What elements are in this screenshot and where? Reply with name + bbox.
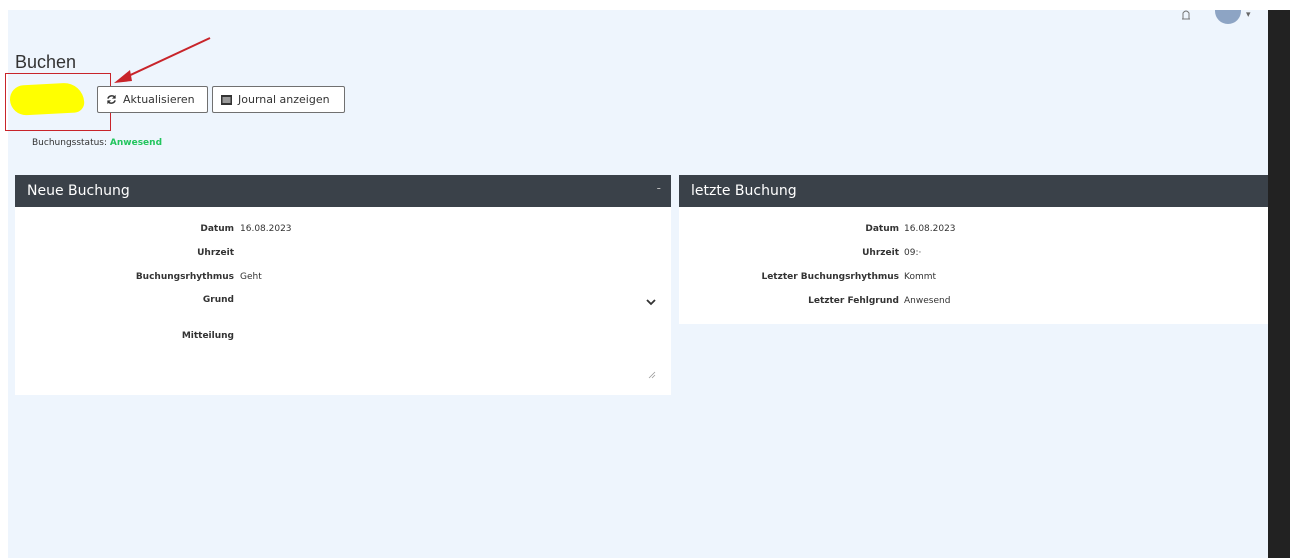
list-icon (221, 94, 232, 105)
last-booking-header: letzte Buchung (679, 175, 1268, 207)
new-mitteilung-label: Mitteilung (181, 331, 234, 341)
new-booking-card: Neue Buchung - (15, 175, 671, 395)
booking-status-value: Anwesend (109, 138, 163, 148)
booking-status: Buchungsstatus: Anwesend (32, 138, 162, 148)
new-booking-title: Neue Buchung (27, 183, 130, 199)
refresh-button[interactable]: Aktualisieren (97, 86, 208, 113)
last-rhythmus-label: Letzter Buchungsrhythmus (761, 272, 899, 282)
booking-status-label: Buchungsstatus: (32, 138, 108, 148)
refresh-button-label: Aktualisieren (123, 93, 195, 106)
collapse-button[interactable]: - (657, 181, 661, 195)
show-journal-button-label: Journal anzeigen (238, 93, 330, 106)
last-fehlgrund-value: Anwesend (904, 296, 951, 306)
new-booking-header: Neue Buchung - (15, 175, 671, 207)
last-rhythmus-value: Kommt (904, 272, 937, 282)
page-title: Buchen (15, 52, 77, 72)
last-datum-label: Datum (865, 224, 899, 234)
resize-handle-icon[interactable] (648, 371, 656, 379)
last-booking-title: letzte Buchung (691, 183, 797, 199)
show-journal-button[interactable]: Journal anzeigen (212, 86, 345, 113)
last-uhrzeit-value: 09:· (904, 248, 922, 258)
annotation-arrow (114, 37, 211, 83)
dark-side-panel (1268, 10, 1290, 558)
refresh-icon (107, 94, 116, 105)
last-fehlgrund-label: Letzter Fehlgrund (808, 296, 899, 306)
annotation-box (5, 73, 111, 131)
bell-icon[interactable] (1180, 10, 1192, 20)
chevron-down-icon[interactable]: ▾ (1246, 10, 1251, 20)
last-datum-value: 16.08.2023 (904, 224, 956, 234)
last-uhrzeit-label: Uhrzeit (862, 248, 899, 258)
